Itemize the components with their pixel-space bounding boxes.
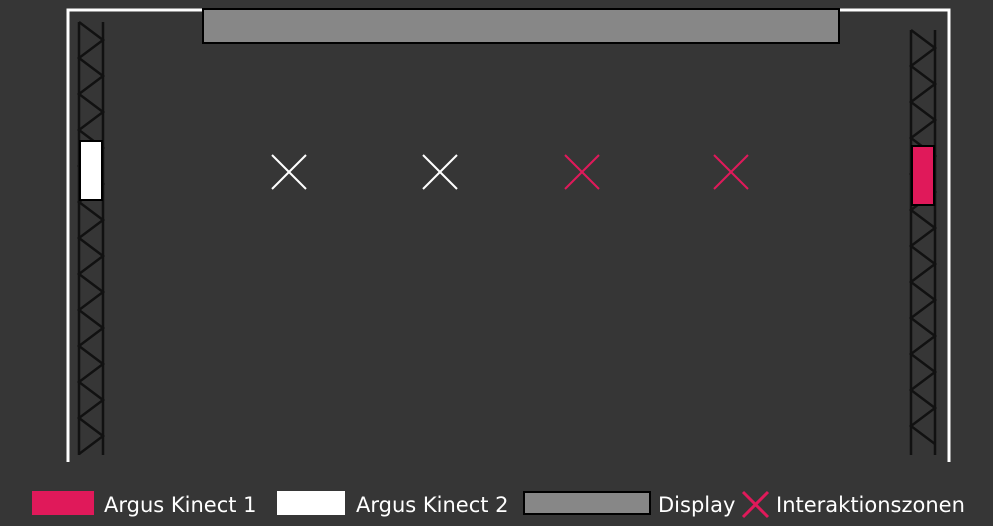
legend-swatch-display (523, 491, 651, 515)
legend: Argus Kinect 1 Argus Kinect 2 Display In… (32, 490, 965, 519)
diagram-canvas: Argus Kinect 1 Argus Kinect 2 Display In… (0, 0, 993, 526)
display (202, 8, 840, 44)
argus-kinect-2 (79, 140, 103, 201)
legend-label-display: Display (658, 493, 735, 517)
legend-label-kinect2: Argus Kinect 2 (356, 493, 509, 517)
legend-swatch-kinect1 (32, 491, 94, 515)
argus-kinect-1 (911, 145, 935, 206)
floor-plan-diagram: Argus Kinect 1 Argus Kinect 2 Display In… (0, 0, 993, 526)
legend-label-kinect1: Argus Kinect 1 (104, 493, 257, 517)
background (0, 0, 993, 526)
legend-swatch-kinect2 (277, 491, 345, 515)
legend-label-zones: Interaktionszonen (776, 493, 965, 517)
